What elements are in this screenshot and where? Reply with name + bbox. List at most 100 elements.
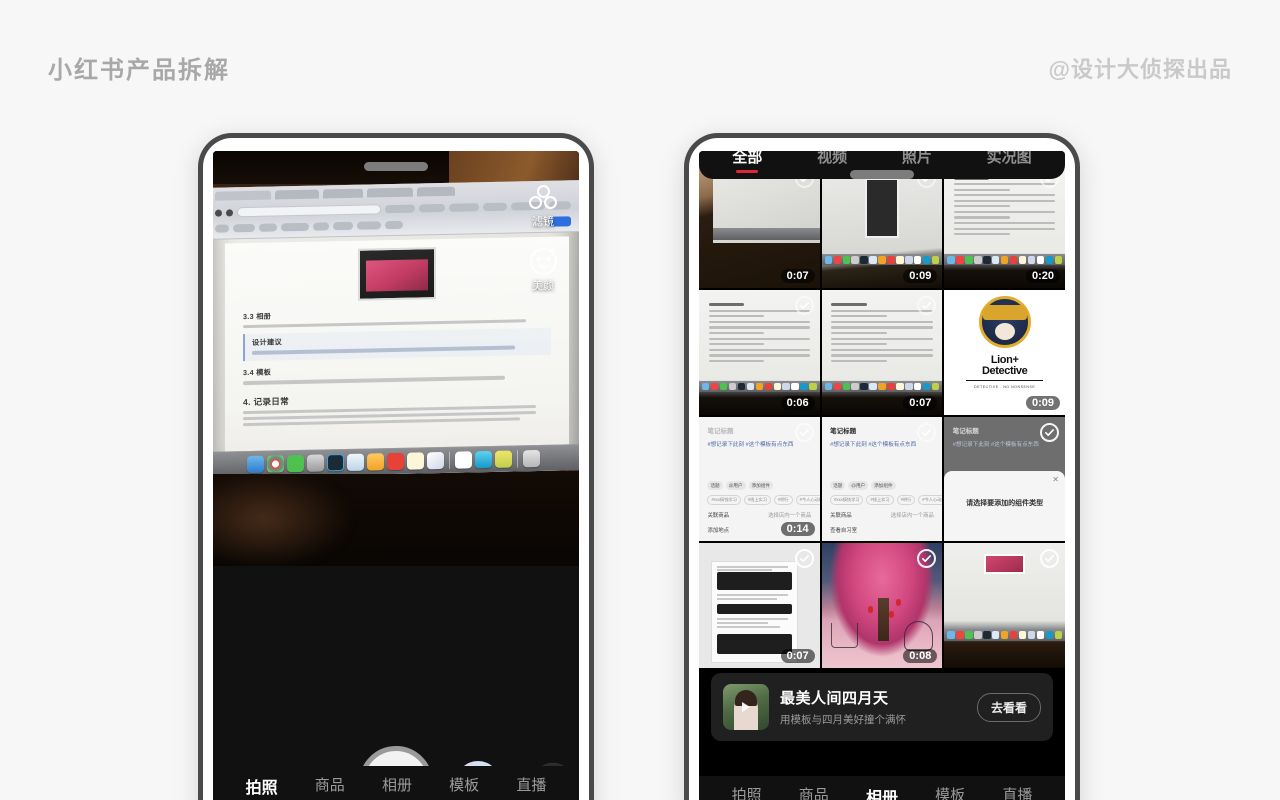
album-tab-video-label: 视频 — [817, 151, 848, 166]
select-checkbox[interactable] — [1039, 422, 1059, 442]
media-cell[interactable]: 0:07 — [699, 543, 820, 668]
select-checkbox[interactable] — [1039, 295, 1059, 315]
document-inline-image — [358, 247, 436, 301]
tab-live-label-2: 直播 — [1002, 787, 1033, 800]
media-grid: 0:07 0:09 0:20 0:06 0:07 Lion+ Detective… — [699, 163, 1065, 668]
dock-icon-notes — [406, 452, 424, 470]
browser-tabs-row — [215, 184, 571, 201]
beauty-control[interactable]: ✦ 美颜 — [520, 247, 566, 293]
camera-viewfinder[interactable]: 3.3 相册 设计建议 3.4 模板 4. 记录日常 滤镜 ✦ 美颜 — [213, 151, 579, 566]
phone-mockup-album: 全部 视频 照片 实况图 0:07 0:09 0:20 0:06 0:07 Li… — [684, 133, 1080, 800]
logo-subtext: DETECTIVE . NO NONSENSE — [974, 384, 1036, 389]
duration-badge: 0:09 — [903, 268, 938, 283]
album-active-indicator — [736, 169, 759, 173]
close-icon[interactable]: ✕ — [1052, 475, 1059, 484]
select-checkbox[interactable] — [917, 422, 937, 442]
tab-template[interactable]: 模板 — [447, 774, 481, 795]
tab-template-2[interactable]: 模板 — [933, 784, 967, 800]
banner-thumbnail — [723, 684, 769, 730]
tab-photo[interactable]: 拍照 — [244, 774, 280, 798]
dock-icon-trash — [522, 449, 540, 468]
camera-screen: 3.3 相册 设计建议 3.4 模板 4. 记录日常 滤镜 ✦ 美颜 拍照 商品… — [213, 151, 579, 800]
album-tab-all-label: 全部 — [732, 151, 763, 166]
duration-badge: 0:07 — [780, 268, 815, 283]
dock-icon-sketch — [366, 453, 384, 471]
media-cell[interactable]: 0:09 — [821, 163, 943, 288]
media-cell[interactable]: 0:08 — [821, 543, 943, 668]
dock-icon-feedly — [386, 452, 404, 471]
tab-album[interactable]: 相册 — [380, 774, 414, 795]
album-tab-all[interactable]: 全部 — [732, 151, 763, 173]
tab-goods[interactable]: 商品 — [313, 774, 347, 795]
logo-text: Lion+ Detective — [981, 353, 1028, 378]
media-cell[interactable]: 笔记标题 #想记录下此刻 #这个模板有点东西 话题 @用户 添加组件 ✕ 请选择… — [944, 416, 1065, 542]
tab-photo-label: 拍照 — [245, 780, 278, 797]
media-cell[interactable]: 0:06 — [699, 289, 820, 415]
tab-album-2[interactable]: 相册 — [864, 784, 900, 800]
component-type-sheet: ✕ 请选择要添加的组件类型 — [944, 471, 1065, 542]
select-checkbox[interactable] — [794, 295, 814, 315]
note-title: 笔记标题 — [952, 428, 979, 436]
page-header: 小红书产品拆解 @设计大侦探出品 — [0, 0, 1280, 130]
document-body: 3.3 相册 设计建议 3.4 模板 4. 记录日常 — [225, 236, 569, 478]
earpiece-speaker-2 — [850, 170, 914, 179]
album-tab-live[interactable]: 实况图 — [987, 151, 1032, 167]
camera-mode-tabbar-2: 拍照 商品 相册 模板 直播 — [699, 776, 1065, 800]
duration-badge: 0:14 — [780, 522, 815, 537]
note-topic-chips: #xxx搞钱学习 #线上实习 #明行 #今人心动的实习日常 — [707, 495, 820, 506]
media-cell[interactable] — [944, 543, 1065, 668]
doc-heading-2: 3.4 模板 — [243, 367, 272, 378]
filter-label: 滤镜 — [532, 216, 554, 228]
sheet-title: 请选择要添加的组件类型 — [966, 499, 1044, 507]
media-cell[interactable]: 0:07 — [821, 289, 943, 415]
page-title: 小红书产品拆解 — [48, 57, 230, 84]
phone-inner-frame-2: 全部 视频 照片 实况图 0:07 0:09 0:20 0:06 0:07 Li… — [689, 138, 1075, 800]
album-tab-video[interactable]: 视频 — [817, 151, 847, 167]
media-cell[interactable]: 0:07 — [699, 163, 820, 288]
tab-live[interactable]: 直播 — [514, 774, 548, 795]
tab-live-2[interactable]: 直播 — [1000, 784, 1034, 800]
duration-badge: 0:07 — [780, 649, 815, 663]
select-checkbox[interactable] — [794, 422, 814, 442]
tab-photo-label-2: 拍照 — [731, 787, 762, 800]
album-tab-live-label: 实况图 — [986, 151, 1032, 166]
duration-badge: 0:08 — [903, 649, 938, 663]
doc-callout: 设计建议 — [243, 328, 551, 362]
duration-badge: 0:20 — [1025, 268, 1060, 283]
media-cell[interactable]: 0:20 — [944, 163, 1065, 288]
note-tags: #想记录下此刻 #这个模板有点东西 — [707, 442, 794, 449]
phone-mockup-camera: 3.3 相册 设计建议 3.4 模板 4. 记录日常 滤镜 ✦ 美颜 拍照 商品… — [198, 133, 594, 800]
blurred-foreground — [213, 469, 353, 566]
select-checkbox[interactable] — [917, 295, 937, 315]
tab-template-label: 模板 — [449, 777, 480, 794]
banner-cta-button[interactable]: 去看看 — [976, 692, 1041, 722]
note-topic-chips: #xxx搞钱学习 #线上实习 #明行 #今人心动的实习日常 — [830, 495, 943, 506]
promo-banner[interactable]: 最美人间四月天 用模板与四月美好撞个满怀 去看看 — [711, 673, 1053, 741]
album-screen: 全部 视频 照片 实况图 0:07 0:09 0:20 0:06 0:07 Li… — [699, 151, 1065, 800]
play-icon — [742, 702, 750, 712]
beauty-face-icon: ✦ — [529, 247, 557, 275]
tab-live-label: 直播 — [516, 777, 547, 794]
beauty-label: 美颜 — [532, 280, 554, 292]
note-tags: #想记录下此刻 #这个模板有点东西 — [952, 442, 1039, 449]
camera-mode-tabbar: 拍照 商品 相册 模板 直播 — [213, 766, 579, 800]
filter-control[interactable]: 滤镜 — [520, 185, 566, 229]
note-chips: 话题 @用户 添加组件 — [707, 481, 811, 491]
doc-toolbar-row — [215, 216, 571, 233]
tab-goods-label: 商品 — [314, 777, 345, 794]
tab-photo-2[interactable]: 拍照 — [730, 784, 764, 800]
dock-icon-browser — [474, 450, 492, 469]
media-cell[interactable]: 笔记标题 #想记录下此刻 #这个模板有点东西 话题 @用户 添加组件 #xxx搞… — [821, 416, 943, 542]
tab-template-label-2: 模板 — [935, 787, 966, 800]
media-cell[interactable]: Lion+ Detective DETECTIVE . NO NONSENSE … — [944, 289, 1065, 415]
media-cell[interactable]: 笔记标题 #想记录下此刻 #这个模板有点东西 话题 @用户 添加组件 #xxx搞… — [699, 416, 820, 542]
tab-goods-2[interactable]: 商品 — [797, 784, 831, 800]
phone-inner-frame: 3.3 相册 设计建议 3.4 模板 4. 记录日常 滤镜 ✦ 美颜 拍照 商品… — [203, 138, 589, 800]
camera-controls-area: 拍照 商品 相册 模板 直播 — [213, 566, 579, 800]
select-checkbox[interactable] — [794, 549, 814, 569]
tab-album-label: 相册 — [381, 777, 412, 794]
dock-icon-app — [494, 450, 512, 468]
browser-bookmarks-row — [215, 200, 571, 218]
album-tab-photo[interactable]: 照片 — [902, 151, 932, 167]
dock-icon-qq — [454, 451, 472, 469]
